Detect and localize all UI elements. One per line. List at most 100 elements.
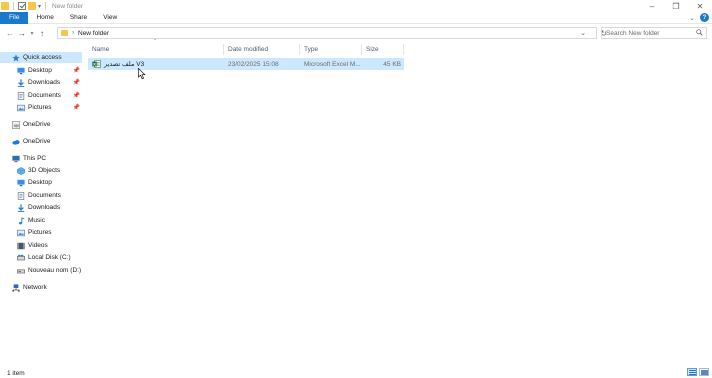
address-dropdown-icon[interactable]: ⌄ [580,29,586,37]
download-icon [17,78,25,87]
documents-icon [17,191,25,200]
videos-icon [17,242,25,250]
sidebar-item-documents[interactable]: Documents 📌 [0,90,82,101]
window-title: New folder [52,2,84,10]
sidebar-item-desktop[interactable]: Desktop 📌 [0,65,82,76]
sort-ascending-icon: ˆ [154,40,156,46]
pin-icon[interactable]: 📌 [73,79,80,86]
up-button[interactable]: ↑ [36,27,48,39]
breadcrumb-separator-icon[interactable]: › [72,30,74,36]
navigation-pane: Quick access Desktop 📌 Downloads 📌 Docum… [0,50,84,365]
pin-icon[interactable]: 📌 [73,104,80,111]
divider [13,2,14,10]
status-item-count: 1 item [7,370,25,377]
file-row[interactable]: X ملف تصدير V3 23/02/2025 15:08 Microsof… [88,58,404,70]
sidebar-item-label: Local Disk (C:) [28,254,71,261]
navigation-bar: ← → ▾ ↑ › New folder ⌄ ↻ Search New fold… [0,25,712,41]
expand-ribbon-icon[interactable]: ⌄ [689,14,695,22]
ribbon-controls: ⌄ ? [689,13,709,22]
drive-icon [17,254,25,262]
pin-icon[interactable]: 📌 [73,92,80,99]
sidebar-item-label: 3D Objects [28,167,61,174]
file-size: 45 KB [383,60,401,68]
search-icon[interactable] [696,29,703,36]
column-date-modified[interactable]: Date modified [224,44,300,55]
desktop-icon [17,179,25,187]
pc-icon [12,155,20,163]
large-icons-view-button[interactable] [699,368,709,376]
sidebar-item-downloads-pc[interactable]: Downloads [0,202,82,213]
pin-icon[interactable]: 📌 [73,67,80,74]
customize-toolbar-icon[interactable]: ▾ [38,3,41,10]
mouse-cursor-icon [138,68,146,80]
file-name-cell[interactable]: X ملف تصدير V3 [88,58,224,70]
sidebar-item-videos[interactable]: Videos [0,240,82,251]
sidebar-item-pictures-pc[interactable]: Pictures [0,227,82,238]
recent-locations-button[interactable]: ▾ [28,27,36,39]
sidebar-item-network[interactable]: Network [0,282,82,293]
file-date: 23/02/2025 15:08 [228,60,279,68]
ribbon: File Home Share View ⌄ ? [0,11,712,24]
sidebar-item-label: OneDrive [23,121,51,128]
sidebar-item-quick-access[interactable]: Quick access [0,52,82,63]
minimize-button[interactable]: – [640,0,664,12]
search-input[interactable]: Search New folder [601,27,707,39]
documents-icon [17,91,25,100]
column-name[interactable]: Name [88,44,224,55]
sidebar-item-label: Videos [28,242,48,249]
title-bar: ▾ New folder – ❐ ✕ [0,0,712,12]
file-type: Microsoft Excel M... [304,60,361,68]
desktop-icon [17,67,25,75]
quick-access-toolbar: ▾ [0,2,48,10]
onedrive-icon [12,120,20,129]
help-icon[interactable]: ? [700,13,709,22]
back-button[interactable]: ← [4,27,16,39]
sidebar-item-label: This PC [23,155,47,162]
sidebar-item-local-disk-c[interactable]: Local Disk (C:) [0,252,82,263]
column-size[interactable]: Size [362,44,404,55]
sidebar-item-drive-d[interactable]: Nouveau nom (D:) [0,265,82,276]
large-icons-view-icon [700,369,708,375]
details-view-button[interactable] [687,368,697,376]
sidebar-item-label: Downloads [28,204,61,211]
sidebar-item-music[interactable]: Music [0,215,82,226]
breadcrumb[interactable]: New folder [78,30,109,37]
address-bar[interactable]: › New folder ⌄ ↻ [57,27,607,39]
download-icon [17,203,25,212]
tab-view[interactable]: View [95,12,125,24]
column-headers: Name Date modified Type Size [88,44,408,55]
folder-icon [61,30,68,36]
sidebar-item-label: OneDrive [23,138,51,145]
sidebar-item-downloads[interactable]: Downloads 📌 [0,77,82,88]
sidebar-item-onedrive[interactable]: OneDrive [0,119,82,130]
column-type[interactable]: Type [300,44,362,55]
pictures-icon [17,229,25,237]
sidebar-item-3d-objects[interactable]: 3D Objects [0,165,82,176]
restore-button[interactable]: ❐ [664,0,688,12]
tab-share[interactable]: Share [62,12,95,24]
excel-file-icon: X [92,60,101,68]
pictures-icon [17,104,25,112]
tab-home[interactable]: Home [28,12,61,24]
sidebar-item-label: Nouveau nom (D:) [28,267,82,274]
sidebar-item-label: Desktop [28,67,52,74]
sidebar-item-label: Downloads [28,79,61,86]
tab-file[interactable]: File [0,11,29,24]
sidebar-item-label: Pictures [28,104,52,111]
sidebar-item-documents-pc[interactable]: Documents [0,190,82,201]
close-button[interactable]: ✕ [688,0,712,12]
sidebar-item-pictures[interactable]: Pictures 📌 [0,102,82,113]
properties-icon[interactable] [18,2,26,10]
sidebar-item-this-pc[interactable]: This PC [0,153,82,164]
sidebar-item-desktop-pc[interactable]: Desktop [0,177,82,188]
sidebar-item-label: Desktop [28,179,52,186]
column-label: Date modified [228,46,269,53]
forward-button[interactable]: → [16,27,28,39]
svg-text:X: X [93,62,96,67]
details-view-icon [688,369,696,375]
sidebar-item-label: Music [28,217,45,224]
sidebar-item-label: Documents [28,192,61,199]
sidebar-item-onedrive-personal[interactable]: OneDrive [0,136,82,147]
new-folder-icon[interactable] [28,2,36,10]
column-label: Type [304,46,319,53]
